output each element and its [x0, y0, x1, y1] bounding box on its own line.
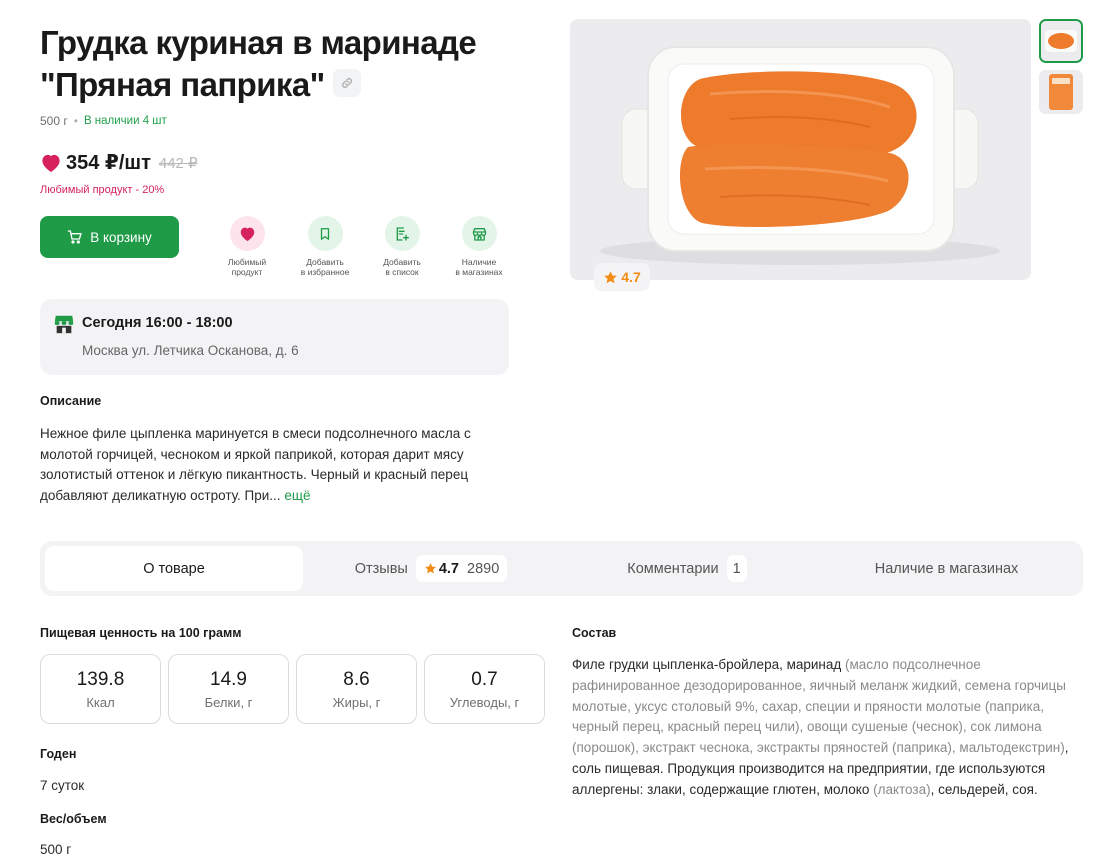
nutrition-card-kcal: 139.8 Ккал: [40, 654, 161, 724]
composition-part: , сельдерей, соя.: [930, 781, 1038, 797]
volume-value: 500 г: [40, 842, 72, 857]
bookmark-icon: [320, 227, 330, 240]
product-title: Грудка куриная в маринаде "Пряная паприк…: [40, 22, 560, 106]
product-title-text: Грудка куриная в маринаде "Пряная паприк…: [40, 24, 477, 103]
delivery-time: Сегодня 16:00 - 18:00: [82, 315, 233, 331]
product-rating-badge: 4.7: [594, 263, 650, 291]
nutrition-unit: Ккал: [86, 694, 115, 710]
add-to-list-action[interactable]: Добавить в список: [360, 216, 444, 277]
nutrition-card-protein: 14.9 Белки, г: [168, 654, 289, 724]
reviews-rating: 4.7: [438, 560, 460, 577]
copy-link-button[interactable]: [332, 69, 361, 97]
favorite-discount-note: Любимый продукт - 20%: [40, 184, 165, 196]
tab-about[interactable]: О товаре: [45, 546, 303, 591]
reviews-count: 2890: [467, 560, 500, 577]
old-price: 442 ₽: [158, 154, 198, 172]
nutrition-value: 8.6: [343, 668, 370, 690]
description-body: Нежное филе цыпленка маринуется в смеси …: [40, 426, 471, 503]
delivery-address: Москва ул. Летчика Осканова, д. 6: [82, 343, 299, 358]
favorite-product-label: Любимый продукт: [227, 257, 267, 277]
tab-reviews[interactable]: Отзывы 4.7 2890: [303, 546, 559, 591]
product-tabs: О товаре Отзывы 4.7 2890 Комментарии 1 Н…: [40, 541, 1083, 596]
description-more-link[interactable]: ещё: [284, 488, 310, 503]
list-add-icon: [396, 226, 409, 241]
add-to-cart-label: В корзину: [90, 229, 152, 245]
add-to-list-label: Добавить в список: [383, 257, 421, 277]
store-availability-label: Наличие в магазинах: [455, 257, 503, 277]
delivery-card[interactable]: Сегодня 16:00 - 18:00 Москва ул. Летчика…: [40, 299, 509, 375]
volume-heading: Вес/объем: [40, 812, 107, 826]
nutrition-card-fat: 8.6 Жиры, г: [296, 654, 417, 724]
comments-count: 1: [732, 560, 741, 577]
reviews-rating-pill: 4.7 2890: [415, 555, 508, 582]
favorite-product-circle[interactable]: [229, 216, 265, 251]
tab-about-label: О товаре: [143, 560, 205, 577]
shelf-life-value: 7 суток: [40, 778, 85, 793]
price: 354 ₽/шт: [66, 152, 151, 174]
heart-icon: [240, 227, 254, 241]
shelf-life-heading: Годен: [40, 747, 77, 761]
thumbnail-image: [1039, 70, 1083, 114]
nutrition-heading: Пищевая ценность на 100 грамм: [40, 626, 242, 640]
product-photo[interactable]: [570, 19, 1031, 280]
nutrition-value: 139.8: [76, 668, 125, 690]
composition-part: Филе грудки цыпленка-бройлера, маринад: [572, 657, 846, 672]
product-meta: 500 г • В наличии 4 шт: [40, 114, 167, 128]
tab-availability[interactable]: Наличие в магазинах: [815, 546, 1078, 591]
nutrition-card-carbs: 0.7 Углеводы, г: [424, 654, 545, 724]
meta-separator: •: [73, 114, 78, 128]
add-to-favorites-circle[interactable]: [307, 216, 343, 251]
product-weight: 500 г: [40, 114, 68, 128]
favorite-product-action[interactable]: Любимый продукт: [205, 216, 289, 277]
product-rating-value: 4.7: [621, 269, 641, 285]
nutrition-value: 0.7: [471, 668, 498, 690]
store-icon: [472, 227, 486, 241]
nutrition-unit: Углеводы, г: [449, 694, 520, 710]
add-to-favorites-label: Добавить в избранное: [300, 257, 350, 277]
tab-reviews-label: Отзывы: [354, 560, 408, 577]
add-to-favorites-action[interactable]: Добавить в избранное: [283, 216, 367, 277]
thumbnail-1[interactable]: [1039, 19, 1083, 63]
composition-text: Филе грудки цыпленка-бройлера, маринад (…: [572, 655, 1084, 801]
thumbnail-2[interactable]: [1039, 70, 1083, 114]
composition-part-muted: (лактоза): [873, 781, 931, 797]
description-heading: Описание: [40, 394, 102, 408]
add-to-cart-button[interactable]: В корзину: [40, 216, 179, 258]
cart-icon: [67, 230, 82, 244]
thumbnail-image: [1041, 21, 1081, 61]
star-icon: [604, 270, 618, 283]
tab-comments[interactable]: Комментарии 1: [559, 546, 815, 591]
store-availability-action[interactable]: Наличие в магазинах: [437, 216, 521, 277]
nutrition-unit: Жиры, г: [332, 694, 381, 710]
composition-heading: Состав: [572, 626, 617, 640]
comments-count-pill: 1: [726, 555, 747, 582]
store-availability-circle[interactable]: [461, 216, 497, 251]
price-row: 354 ₽/шт 442 ₽: [40, 150, 198, 175]
heart-icon: [42, 154, 60, 172]
nutrition-value: 14.9: [210, 668, 247, 690]
star-icon: [424, 563, 436, 574]
add-to-list-circle[interactable]: [384, 216, 420, 251]
product-image: [570, 19, 1031, 280]
store-front-icon: [53, 313, 75, 340]
stock-status: В наличии 4 шт: [83, 115, 167, 127]
tab-availability-label: Наличие в магазинах: [874, 560, 1019, 577]
link-icon: [341, 78, 352, 88]
tab-comments-label: Комментарии: [627, 560, 719, 577]
description-text: Нежное филе цыпленка маринуется в смеси …: [40, 424, 520, 506]
nutrition-unit: Белки, г: [204, 694, 253, 710]
